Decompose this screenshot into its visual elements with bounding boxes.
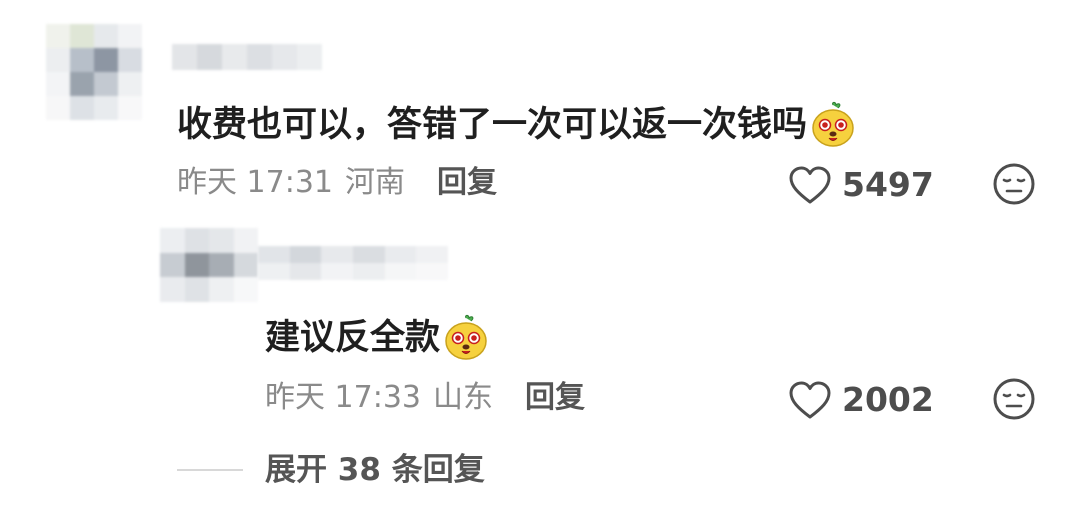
yellow-mascot-emoji-icon [812, 101, 854, 147]
reply-button[interactable]: 回复 [525, 380, 585, 416]
reply-body: 建议反全款 [265, 318, 441, 358]
neutral-face-icon[interactable] [992, 377, 1036, 421]
reply-meta: 昨天 17:33 山东 回复 [265, 380, 585, 416]
username[interactable] [172, 44, 322, 70]
expand-replies-label: 展开 38 条回复 [265, 452, 485, 488]
reply-username[interactable] [258, 246, 448, 280]
location: 山东 [433, 380, 493, 415]
like-button[interactable]: 5497 [788, 165, 934, 205]
neutral-face-icon[interactable] [992, 162, 1036, 206]
comment-text: 收费也可以，答错了一次可以返一次钱吗 [177, 101, 857, 149]
comment-body: 收费也可以，答错了一次可以返一次钱吗 [177, 105, 808, 145]
reply-text: 建议反全款 [265, 314, 490, 362]
expand-replies-button[interactable]: 展开 38 条回复 [177, 450, 485, 490]
heart-outline-icon [789, 381, 831, 419]
heart-outline-icon [789, 166, 831, 204]
timestamp: 昨天 17:31 [177, 165, 333, 200]
timestamp: 昨天 17:33 [265, 380, 421, 415]
reply-button[interactable]: 回复 [437, 165, 497, 201]
location: 河南 [345, 165, 405, 200]
like-button[interactable]: 2002 [788, 380, 934, 420]
reply-avatar[interactable] [160, 228, 258, 302]
like-count: 5497 [842, 165, 934, 204]
avatar[interactable] [46, 24, 142, 120]
comment-meta: 昨天 17:31 河南 回复 [177, 165, 497, 201]
expand-divider [177, 469, 243, 471]
like-count: 2002 [842, 380, 934, 419]
yellow-mascot-emoji-icon [445, 314, 487, 360]
